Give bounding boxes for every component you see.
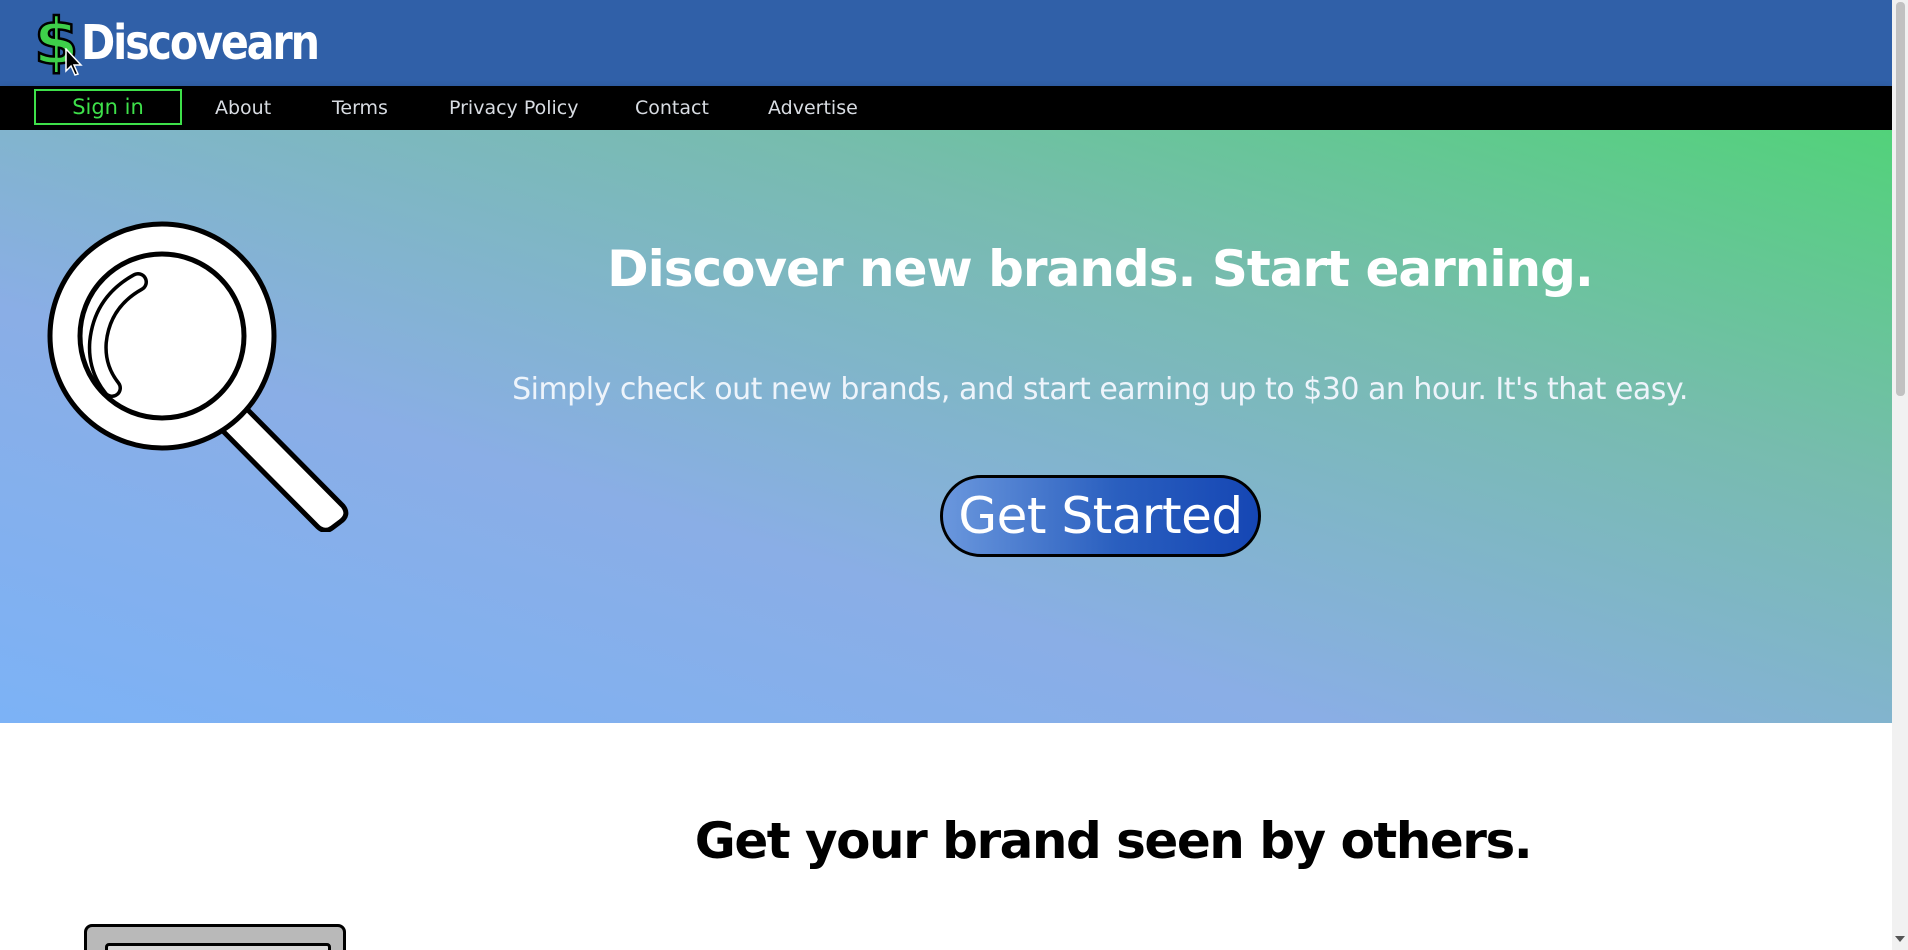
nav-advertise[interactable]: Advertise — [768, 86, 858, 130]
vertical-scrollbar[interactable] — [1892, 0, 1908, 950]
scrollbar-thumb[interactable] — [1896, 2, 1905, 396]
nav-privacy-policy[interactable]: Privacy Policy — [449, 86, 578, 130]
magnifier-icon — [47, 221, 349, 532]
hero-subtitle: Simply check out new brands, and start e… — [512, 372, 1688, 407]
nav-terms[interactable]: Terms — [332, 86, 388, 130]
hero-title: Discover new brands. Start earning. — [607, 240, 1594, 298]
section-title: Get your brand seen by others. — [694, 812, 1533, 870]
site-name: Discovearn — [80, 15, 320, 71]
device-screen — [105, 943, 331, 950]
nav-about[interactable]: About — [215, 86, 271, 130]
get-started-button[interactable]: Get Started — [940, 475, 1261, 557]
nav-contact[interactable]: Contact — [635, 86, 709, 130]
sign-in-button[interactable]: Sign in — [34, 89, 182, 125]
mouse-cursor-icon — [65, 48, 83, 76]
scroll-down-arrow-icon[interactable] — [1895, 936, 1905, 942]
page: $ Discovearn Sign in About Terms Privacy… — [0, 0, 1892, 950]
device-illustration — [84, 924, 346, 950]
main-nav: Sign in About Terms Privacy Policy Conta… — [0, 86, 1892, 130]
site-header: $ Discovearn — [0, 0, 1892, 86]
